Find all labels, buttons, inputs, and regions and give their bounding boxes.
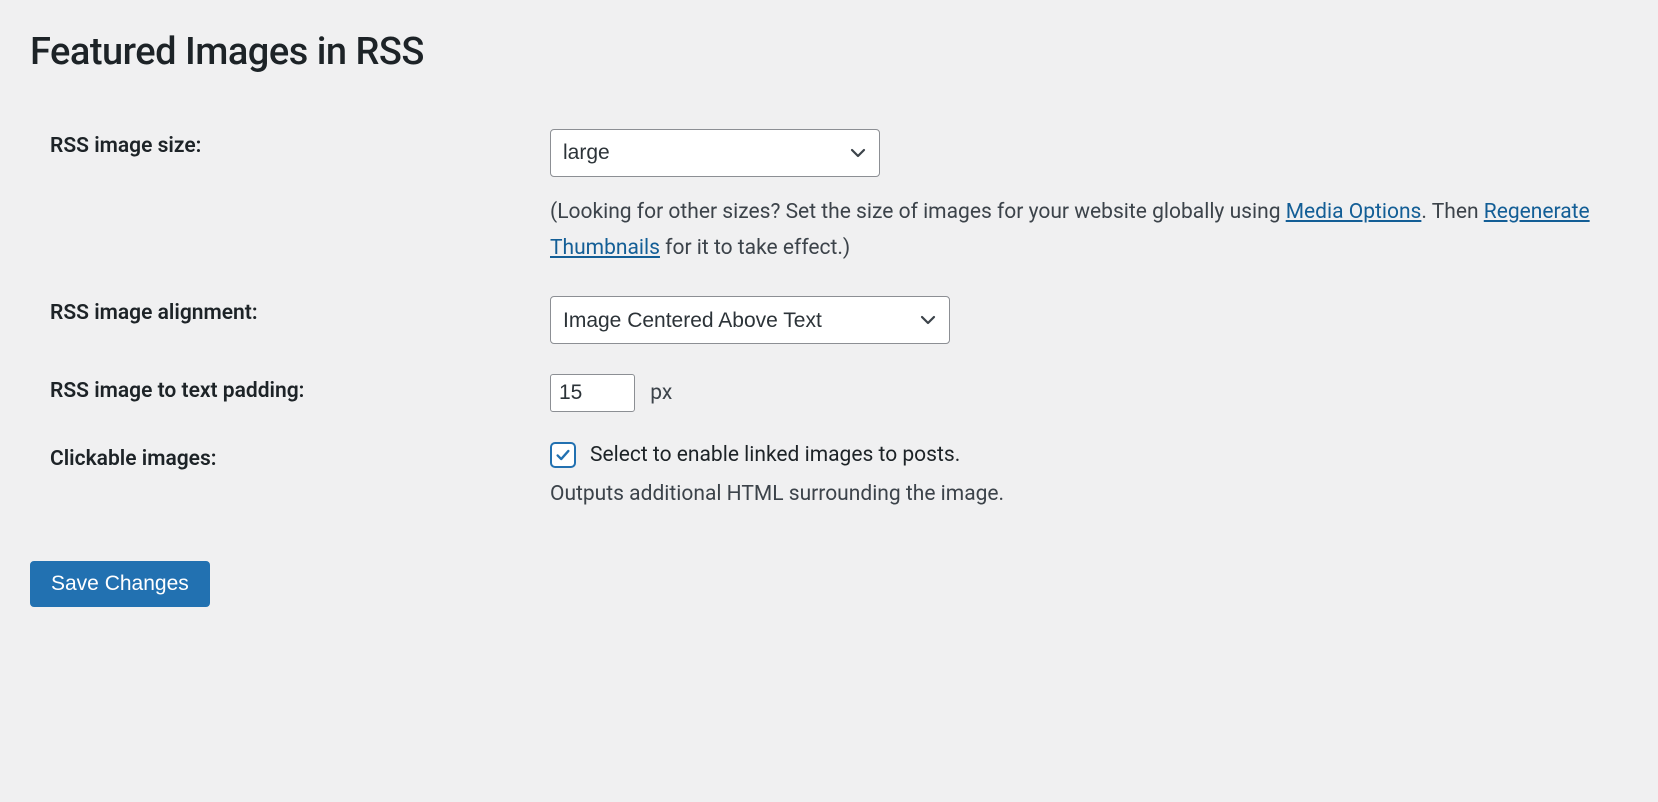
size-select[interactable]: large [550,129,880,177]
padding-suffix: px [650,381,672,405]
row-padding: RSS image to text padding: px [30,359,1628,427]
label-image-size: RSS image size: [50,134,201,158]
row-image-size: RSS image size: large (Looking for other… [30,114,1628,281]
label-clickable: Clickable images: [50,447,216,471]
clickable-checkbox-row: Select to enable linked images to posts. [550,442,1618,468]
alignment-select-wrap: Image Centered Above Text [550,296,950,344]
size-help-prefix: (Looking for other sizes? Set the size o… [550,200,1286,224]
size-help-suffix: for it to take effect.) [660,236,850,260]
form-table: RSS image size: large (Looking for other… [30,114,1628,521]
label-image-alignment: RSS image alignment: [50,301,258,325]
size-select-wrap: large [550,129,880,177]
page-title: Featured Images in RSS [30,30,1628,74]
size-help-text: (Looking for other sizes? Set the size o… [550,195,1618,266]
row-clickable: Clickable images: Select to enable linke… [30,427,1628,521]
padding-input[interactable] [550,374,635,412]
clickable-check-label: Select to enable linked images to posts. [590,443,960,467]
row-image-alignment: RSS image alignment: Image Centered Abov… [30,281,1628,359]
settings-page: Featured Images in RSS RSS image size: l… [0,0,1658,647]
submit-row: Save Changes [30,561,1628,607]
clickable-sub-desc: Outputs additional HTML surrounding the … [550,482,1618,506]
clickable-checkbox[interactable] [550,442,576,468]
alignment-select[interactable]: Image Centered Above Text [550,296,950,344]
label-padding: RSS image to text padding: [50,379,304,403]
size-help-mid: . Then [1421,200,1483,224]
save-changes-button[interactable]: Save Changes [30,561,210,607]
check-icon [554,446,572,464]
media-options-link[interactable]: Media Options [1286,200,1422,224]
